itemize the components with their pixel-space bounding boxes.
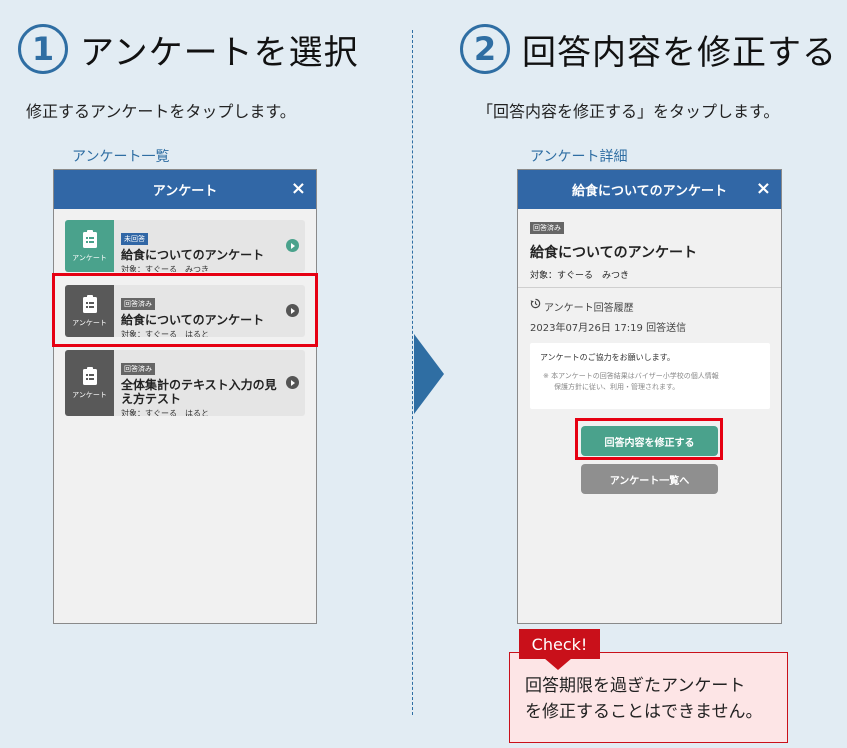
- item-title-line1: 全体集計のテキスト入力の見: [121, 378, 277, 392]
- survey-list-item[interactable]: アンケート 回答済み 全体集計のテキスト入力の見 え方テスト 対象：すぐーる はる…: [65, 350, 305, 416]
- history-date: 2023年07月26日 17:19 回答送信: [530, 323, 687, 334]
- step1-number: 1: [18, 24, 68, 74]
- step2-caption: アンケート詳細: [530, 149, 628, 165]
- check-note-line2: を修正することはできません。: [525, 702, 763, 722]
- highlight-frame: [575, 418, 723, 460]
- step2-title: 回答内容を修正する: [522, 32, 837, 73]
- close-icon[interactable]: ×: [291, 177, 306, 201]
- item-icon-label: アンケート: [72, 391, 107, 399]
- item-target: 対象：すぐーる はると: [121, 409, 209, 416]
- notice-note: ※ 本アンケートの回答結果はバイザー小学校の個人情報保護方針に従い、利用・管理さ…: [540, 371, 760, 393]
- item-title-line2: え方テスト: [121, 392, 182, 406]
- step1-caption: アンケート一覧: [72, 149, 170, 165]
- check-pointer: [544, 658, 572, 670]
- history-label: アンケート回答履歴: [544, 303, 634, 314]
- survey-list-item[interactable]: アンケート 未回答 給食についてのアンケート 対象：すぐーる みつき: [65, 220, 305, 272]
- item-title: 全体集計のテキスト入力の見 え方テスト: [121, 378, 299, 406]
- check-note-line1: 回答期限を過ぎたアンケート: [525, 676, 746, 696]
- detail-title: 給食についてのアンケート: [530, 245, 698, 261]
- back-to-list-button[interactable]: アンケート一覧へ: [581, 464, 718, 494]
- highlight-frame: [52, 273, 318, 347]
- status-badge: 回答済み: [121, 363, 155, 375]
- notice-note-line2: 保護方針に従い、利用・管理されます。: [554, 383, 680, 391]
- detail-header-title: 給食についてのアンケート: [571, 184, 728, 199]
- item-icon-label: アンケート: [72, 254, 107, 262]
- step-divider: [412, 30, 413, 715]
- survey-list-screen: アンケート × アンケート 未回答 給食についてのアンケート 対象：すぐーる み…: [53, 169, 317, 624]
- survey-detail-screen: 給食についてのアンケート × 回答済み 給食についてのアンケート 対象：すぐーる…: [517, 169, 782, 624]
- status-badge: 回答済み: [530, 222, 564, 234]
- step2-description: 「回答内容を修正する」をタップします。: [477, 102, 780, 121]
- divider: [518, 287, 781, 288]
- detail-target: 対象：すぐーる みつき: [530, 271, 630, 281]
- item-target: 対象：すぐーる みつき: [121, 265, 209, 272]
- list-header-title: アンケート: [152, 184, 218, 199]
- clipboard-icon: アンケート: [65, 350, 114, 416]
- notice-note-line1: ※ 本アンケートの回答結果はバイザー小学校の個人情報: [543, 372, 719, 380]
- history-icon: [530, 298, 541, 312]
- detail-header: 給食についてのアンケート ×: [518, 170, 781, 209]
- step1-description: 修正するアンケートをタップします。: [26, 102, 296, 121]
- step1-heading: 1 アンケートを選択: [18, 24, 359, 74]
- close-icon[interactable]: ×: [756, 177, 771, 201]
- step2-number: 2: [460, 24, 510, 74]
- list-header: アンケート ×: [54, 170, 316, 209]
- status-badge: 未回答: [121, 233, 148, 245]
- check-label: Check!: [519, 629, 600, 659]
- arrow-right-icon: [414, 334, 444, 414]
- clipboard-icon: アンケート: [65, 220, 114, 272]
- step1-title: アンケートを選択: [80, 32, 359, 73]
- item-title: 給食についてのアンケート: [121, 248, 265, 262]
- notice-box: アンケートのご協力をお願いします。 ※ 本アンケートの回答結果はバイザー小学校の…: [530, 343, 770, 409]
- step2-heading: 2 回答内容を修正する: [460, 24, 837, 74]
- notice-title: アンケートのご協力をお願いします。: [540, 353, 675, 362]
- chevron-right-icon: [286, 239, 299, 252]
- chevron-right-icon: [286, 376, 299, 389]
